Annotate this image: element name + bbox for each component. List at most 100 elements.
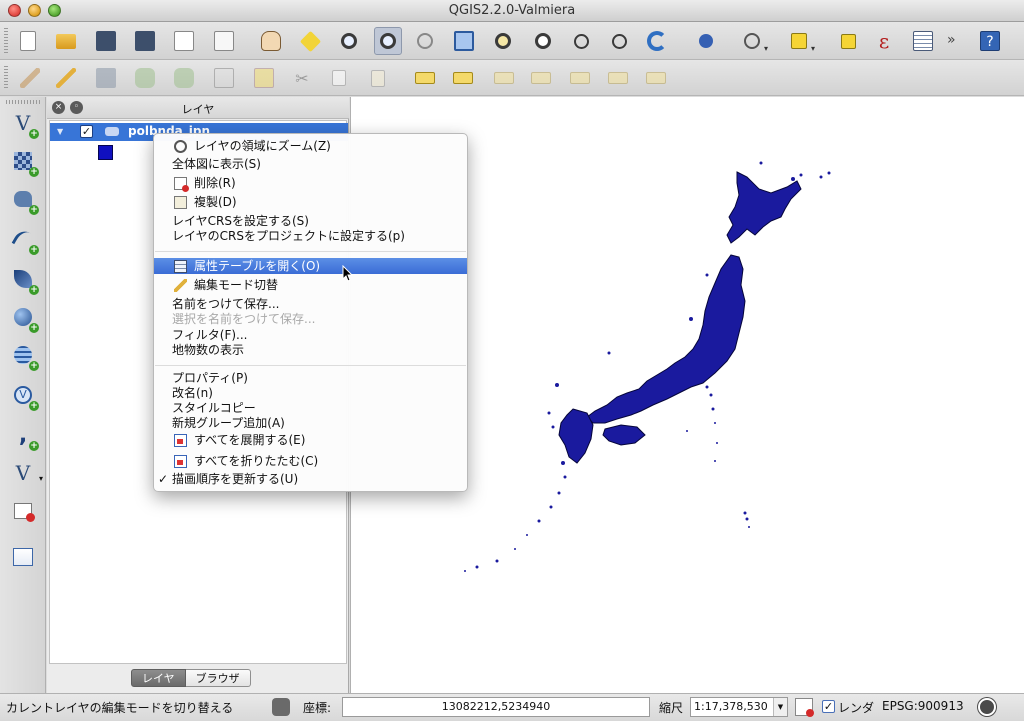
title-bar: QGIS2.2.0-Valmiera [0, 0, 1024, 22]
add-wms-layer-button[interactable]: + [9, 303, 39, 333]
gps-tools-button[interactable] [9, 543, 37, 571]
pan-to-selection-button[interactable] [296, 27, 324, 55]
crs-projection-button[interactable] [978, 698, 998, 718]
menu-toggle-editing[interactable]: 編集モード切替 [154, 277, 467, 293]
add-wcs-layer-button[interactable]: + [9, 341, 39, 371]
chevron-down-icon[interactable]: ▼ [773, 698, 787, 716]
menu-show-in-overview[interactable]: 全体図に表示(S) [154, 156, 467, 172]
menu-collapse-all[interactable]: すべてを折りたたむ(C) [154, 453, 467, 469]
menu-save-selection-as[interactable]: 選択を名前をつけて保存... [154, 311, 467, 327]
remove-layer-button[interactable] [9, 497, 37, 525]
add-wfs-layer-button[interactable]: V + [9, 381, 39, 411]
menu-save-as[interactable]: 名前をつけて保存... [154, 296, 467, 312]
current-edits-button[interactable] [16, 64, 44, 92]
save-layer-edits-button[interactable] [92, 64, 120, 92]
tab-browser[interactable]: ブラウザ [185, 669, 251, 687]
render-checkbox[interactable]: ✓ [822, 700, 835, 713]
add-raster-layer-button[interactable]: + [9, 147, 39, 177]
toolbar-grip[interactable] [4, 66, 8, 89]
label-properties-button[interactable] [642, 64, 670, 92]
add-feature-button[interactable] [131, 64, 159, 92]
menu-open-attribute-table[interactable]: 属性テーブルを開く(O) [154, 258, 467, 274]
zoom-in-button[interactable] [335, 27, 363, 55]
plus-icon: + [29, 129, 39, 139]
map-tips-icon [744, 33, 760, 49]
zoom-layer-icon [495, 33, 511, 49]
status-bar: カレントレイヤの編集モードを切り替える 座標: 13082212,5234940… [0, 693, 1024, 721]
identify-button[interactable] [692, 27, 720, 55]
stop-rendering-button[interactable] [795, 698, 815, 718]
layer-visibility-checkbox[interactable]: ✓ [80, 125, 93, 138]
save-project-as-button[interactable] [131, 27, 159, 55]
help-button[interactable]: ? [976, 27, 1004, 55]
zoom-full-button[interactable] [450, 27, 478, 55]
coordinate-field[interactable]: 13082212,5234940 [342, 697, 650, 717]
add-postgis-layer-button[interactable]: + [9, 185, 39, 215]
zoom-to-selection-button[interactable] [529, 27, 557, 55]
toolbar-grip[interactable] [6, 100, 40, 104]
composer-manager-button[interactable] [210, 27, 238, 55]
map-tips-button[interactable]: ▾ [738, 27, 768, 55]
zoom-selection-icon [535, 33, 551, 49]
new-file-icon [20, 31, 36, 51]
tab-layers[interactable]: レイヤ [131, 669, 186, 687]
zoom-out-button[interactable] [374, 27, 402, 55]
open-project-button[interactable] [52, 27, 80, 55]
zoom-actual-size-button[interactable] [411, 27, 439, 55]
add-vector-layer-button[interactable]: V + [9, 109, 39, 139]
expand-triangle-icon[interactable]: ▼ [57, 127, 63, 136]
change-label-button[interactable] [604, 64, 632, 92]
copy-features-button[interactable] [325, 64, 353, 92]
zoom-next-button[interactable] [605, 27, 633, 55]
menu-copy-style[interactable]: スタイルコピー [154, 400, 467, 416]
menu-show-feature-count[interactable]: 地物数の表示 [154, 342, 467, 358]
node-tool-button[interactable] [210, 64, 238, 92]
new-project-button[interactable] [14, 27, 42, 55]
attribute-table-button[interactable] [909, 27, 937, 55]
menu-filter[interactable]: フィルタ(F)... [154, 327, 467, 343]
label-toolbar-button[interactable] [411, 64, 439, 92]
add-spatialite-layer-button[interactable]: + [9, 225, 39, 255]
toolbar-overflow-button[interactable]: » [947, 32, 956, 48]
menu-set-project-crs-from-layer[interactable]: レイヤのCRSをプロジェクトに設定する(p) [154, 228, 467, 244]
move-label-button[interactable] [527, 64, 555, 92]
toggle-extents-button[interactable] [272, 698, 292, 718]
menu-zoom-to-layer[interactable]: レイヤの領域にズーム(Z) [154, 138, 467, 154]
delete-selected-button[interactable] [250, 64, 278, 92]
menu-duplicate[interactable]: 複製(D) [154, 194, 467, 210]
toggle-editing-button[interactable] [52, 64, 80, 92]
hand-icon [261, 31, 281, 51]
add-delimited-text-layer-button[interactable]: , + [9, 421, 39, 451]
pan-button[interactable] [257, 27, 285, 55]
add-feature-icon [135, 68, 155, 88]
move-feature-button[interactable] [170, 64, 198, 92]
cut-features-button[interactable]: ✂ [288, 64, 316, 92]
show-hide-labels-button[interactable] [490, 64, 518, 92]
select-features-button[interactable]: ▾ [785, 27, 815, 55]
menu-separator [155, 251, 466, 252]
refresh-button[interactable] [643, 27, 671, 55]
rotate-label-button[interactable] [566, 64, 594, 92]
new-print-composer-button[interactable] [170, 27, 198, 55]
checkmark-icon: ✓ [158, 472, 169, 486]
scale-combobox[interactable]: 1:17,378,530 ▼ [690, 697, 788, 717]
menu-rename[interactable]: 改名(n) [154, 385, 467, 401]
field-calculator-button[interactable]: ε [870, 27, 898, 55]
menu-properties[interactable]: プロパティ(P) [154, 370, 467, 386]
menu-update-drawing-order[interactable]: ✓ 描画順序を更新する(U) [154, 471, 467, 487]
deselect-all-button[interactable] [834, 27, 862, 55]
save-project-button[interactable] [92, 27, 120, 55]
zoom-last-button[interactable] [567, 27, 595, 55]
toolbar-grip[interactable] [4, 28, 8, 53]
new-vector-layer-button[interactable]: V ▾ [9, 459, 43, 487]
crs-status-button[interactable]: EPSG:900913 [882, 699, 964, 713]
menu-add-group[interactable]: 新規グループ追加(A) [154, 415, 467, 431]
menu-remove[interactable]: 削除(R) [154, 175, 467, 192]
zoom-to-layer-button[interactable] [489, 27, 517, 55]
menu-expand-all[interactable]: すべてを展開する(E) [154, 432, 467, 448]
menu-set-layer-crs[interactable]: レイヤCRSを設定する(S) [154, 213, 467, 229]
paste-features-button[interactable] [364, 64, 392, 92]
pin-labels-button[interactable] [449, 64, 477, 92]
add-mssql-layer-button[interactable]: + [9, 265, 39, 295]
chevron-down-icon: ▾ [810, 44, 815, 53]
